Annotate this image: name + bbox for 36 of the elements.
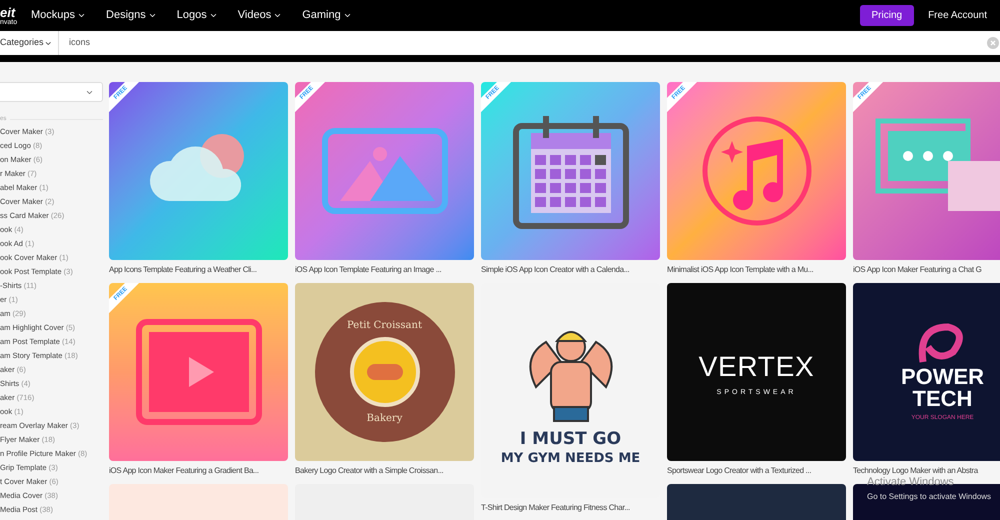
filter-dropdown[interactable] (0, 82, 103, 102)
template-title[interactable]: iOS App Icon Maker Featuring a Gradient Ba... (109, 466, 259, 476)
shirt-slogan: MY GYM NEEDS ME (500, 452, 640, 464)
free-account-link[interactable]: Free Account (928, 8, 987, 23)
image-icon (320, 126, 450, 216)
logo-text: VERTEX (698, 350, 814, 384)
caret-icon (342, 11, 352, 20)
nav-menu[interactable]: Videos (238, 7, 282, 24)
logo-text: Bakery (366, 412, 402, 426)
shirt-slogan: I MUST GO (520, 430, 622, 448)
pricing-button[interactable]: Pricing (860, 5, 914, 26)
nav-menu[interactable]: Logos (176, 7, 218, 24)
caret-icon (208, 11, 218, 20)
logo-text[interactable]: eit (0, 6, 31, 18)
caret-icon (273, 11, 282, 20)
template-title[interactable]: iOS App Icon Template Featuring an Image ... (295, 265, 442, 275)
template-title[interactable]: iOS App Icon Maker Featuring a Chat G (853, 265, 982, 275)
template-title[interactable]: Sportswear Logo Creator with a Texturized ... (667, 466, 812, 476)
film-play-icon (134, 317, 264, 427)
template-preview[interactable]: Petit Croissant Bakery (295, 283, 474, 461)
caret-icon (148, 11, 157, 20)
nav-menu[interactable]: Gaming (302, 7, 352, 24)
template-title[interactable]: App Icons Template Featuring a Weather Cli... (109, 265, 257, 275)
logo-text: POWER (900, 366, 984, 388)
template-title[interactable]: T-Shirt Design Maker Featuring Fitness Char... (481, 503, 630, 513)
template-title[interactable]: Minimalist iOS App Icon Template with a Mu... (667, 265, 814, 275)
logo-text: TECH (912, 388, 972, 410)
logo-text: Petit Croissant (347, 319, 422, 333)
activation-notice-text: Go to Settings to activate Windows (867, 491, 992, 503)
nav-menu[interactable]: Designs (106, 7, 157, 24)
template-title[interactable]: Bakery Logo Creator with a Simple Croissan... (295, 466, 444, 476)
template-title[interactable]: Simple iOS App Icon Creator with a Calenda... (481, 265, 630, 275)
clear-icon[interactable] (987, 37, 999, 49)
caret-icon (77, 11, 86, 20)
nav-menu[interactable]: Mockups (31, 7, 86, 24)
template-title[interactable]: Technology Logo Maker with an Abstra (853, 466, 978, 476)
